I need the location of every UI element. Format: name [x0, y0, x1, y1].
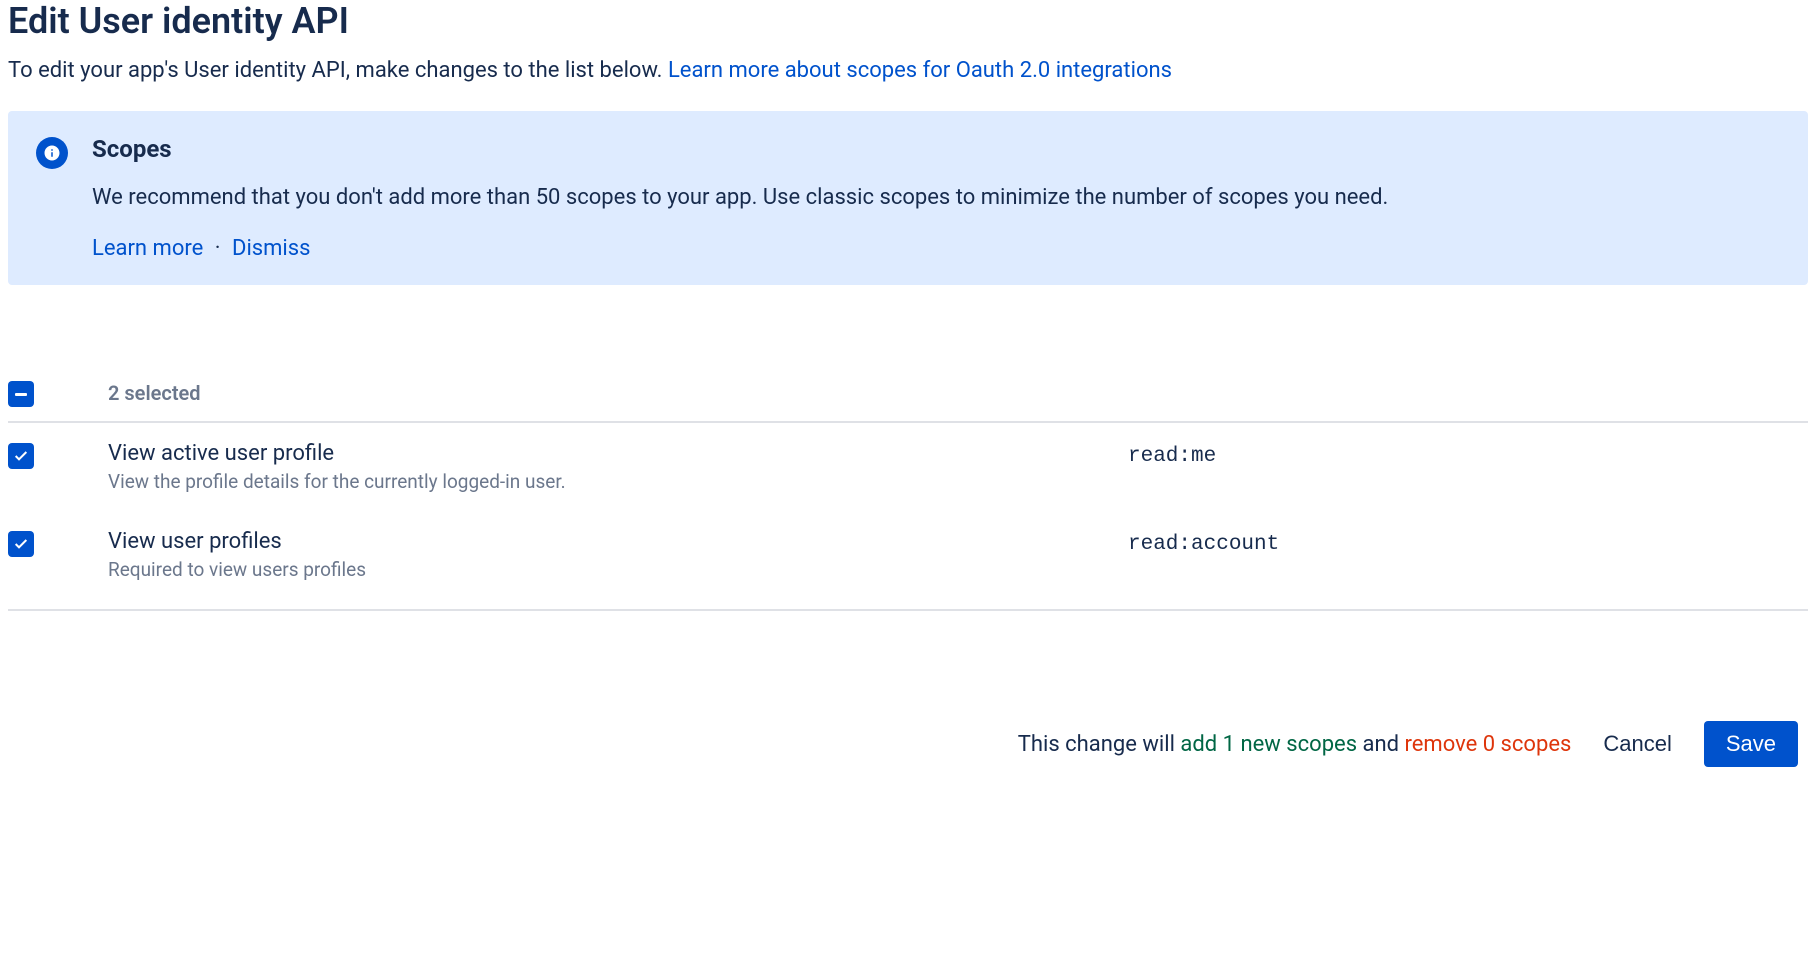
checkbox-col	[8, 529, 108, 557]
checkbox-col	[8, 441, 108, 469]
scope-code: read:me	[1128, 445, 1216, 468]
scopes-table: 2 selected View active user profile View…	[8, 365, 1808, 611]
banner-actions: Learn more · Dismiss	[92, 236, 1780, 261]
summary-add: add 1 new scopes	[1180, 732, 1357, 757]
summary-mid: and	[1357, 732, 1404, 757]
scope-title: View user profiles	[108, 529, 1128, 554]
subtitle-text: To edit your app's User identity API, ma…	[8, 58, 668, 83]
scope-code-col: read:account	[1128, 529, 1808, 556]
select-all-checkbox[interactable]	[8, 381, 34, 407]
footer: This change will add 1 new scopes and re…	[8, 721, 1808, 767]
scope-title: View active user profile	[108, 441, 1128, 466]
summary-remove: remove 0 scopes	[1405, 732, 1572, 757]
banner-title: Scopes	[92, 135, 1780, 163]
summary-prefix: This change will	[1018, 732, 1181, 757]
page-subtitle: To edit your app's User identity API, ma…	[8, 58, 1808, 83]
table-header: 2 selected	[8, 365, 1808, 423]
info-banner: Scopes We recommend that you don't add m…	[8, 111, 1808, 285]
table-body: View active user profile View the profil…	[8, 423, 1808, 611]
info-icon-wrap	[36, 135, 68, 261]
scope-description: Required to view users profiles	[108, 558, 1128, 581]
scope-info: View user profiles Required to view user…	[108, 529, 1128, 581]
banner-dismiss-link[interactable]: Dismiss	[232, 236, 311, 261]
cancel-button[interactable]: Cancel	[1597, 723, 1677, 765]
info-content: Scopes We recommend that you don't add m…	[92, 135, 1780, 261]
save-button[interactable]: Save	[1704, 721, 1798, 767]
separator: ·	[215, 236, 221, 261]
scope-code-col: read:me	[1128, 441, 1808, 468]
table-row: View active user profile View the profil…	[8, 423, 1808, 511]
banner-text: We recommend that you don't add more tha…	[92, 181, 1780, 214]
scope-code: read:account	[1128, 533, 1279, 556]
scope-info: View active user profile View the profil…	[108, 441, 1128, 493]
info-icon	[36, 137, 68, 169]
scope-checkbox[interactable]	[8, 531, 34, 557]
checkbox-col	[8, 379, 108, 407]
learn-more-scopes-link[interactable]: Learn more about scopes for Oauth 2.0 in…	[668, 58, 1172, 83]
scope-description: View the profile details for the current…	[108, 470, 1128, 493]
scope-checkbox[interactable]	[8, 443, 34, 469]
selected-count: 2 selected	[108, 381, 201, 405]
table-row: View user profiles Required to view user…	[8, 511, 1808, 599]
change-summary: This change will add 1 new scopes and re…	[1018, 732, 1572, 757]
page-title: Edit User identity API	[8, 0, 1808, 42]
banner-learn-more-link[interactable]: Learn more	[92, 236, 203, 261]
